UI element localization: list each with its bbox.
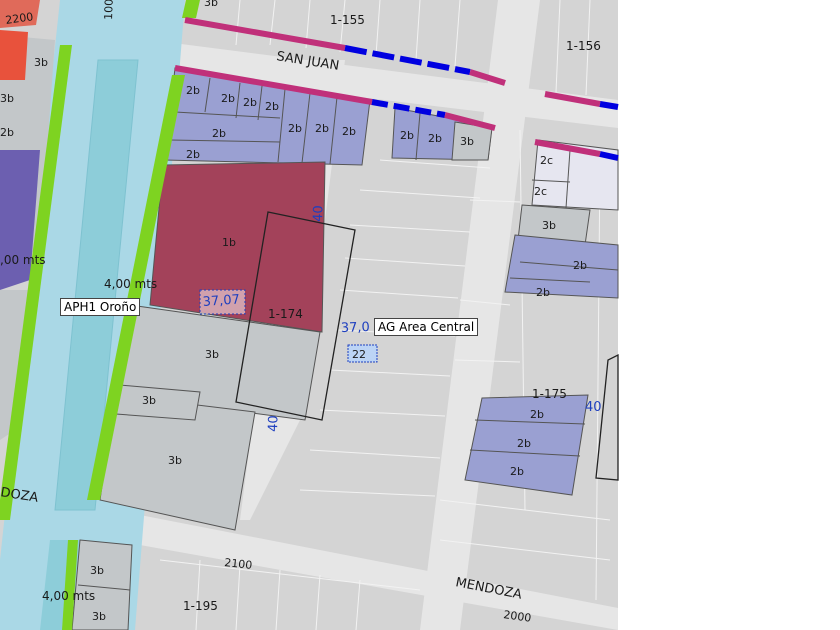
svg-text:3b: 3b xyxy=(34,56,48,69)
svg-text:3b: 3b xyxy=(0,92,14,105)
svg-text:1-175: 1-175 xyxy=(532,387,567,401)
svg-text:2b: 2b xyxy=(517,437,531,450)
svg-text:3b: 3b xyxy=(205,348,219,361)
svg-text:37,0: 37,0 xyxy=(341,320,370,336)
svg-text:37,07: 37,07 xyxy=(202,292,240,310)
svg-text:2b: 2b xyxy=(265,100,279,113)
svg-text:2b: 2b xyxy=(573,259,587,272)
svg-text:3b: 3b xyxy=(90,564,104,577)
svg-text:4,00 mts: 4,00 mts xyxy=(104,277,157,291)
tag-aph1-orono[interactable]: APH1 Oroño xyxy=(60,298,141,316)
svg-text:,00 mts: ,00 mts xyxy=(0,253,46,267)
svg-text:3b: 3b xyxy=(542,219,556,232)
svg-text:3b: 3b xyxy=(460,135,474,148)
svg-text:4,00 mts: 4,00 mts xyxy=(42,589,95,603)
svg-text:40: 40 xyxy=(585,400,602,415)
svg-text:2c: 2c xyxy=(534,185,547,198)
svg-text:2b: 2b xyxy=(186,84,200,97)
svg-text:1-155: 1-155 xyxy=(330,13,365,27)
svg-text:2b: 2b xyxy=(400,129,414,142)
svg-text:2b: 2b xyxy=(221,92,235,105)
svg-text:3b: 3b xyxy=(92,610,106,623)
zone-2b-right xyxy=(504,234,619,299)
svg-text:1b: 1b xyxy=(222,236,236,249)
svg-text:3b: 3b xyxy=(168,454,182,467)
svg-text:2c: 2c xyxy=(540,154,553,167)
svg-text:2b: 2b xyxy=(342,125,356,138)
svg-text:2b: 2b xyxy=(510,465,524,478)
svg-text:40: 40 xyxy=(311,205,327,222)
zone-left-red xyxy=(0,30,28,80)
svg-text:2b: 2b xyxy=(243,96,257,109)
svg-text:2b: 2b xyxy=(536,286,550,299)
svg-text:2b: 2b xyxy=(0,126,14,139)
svg-text:40: 40 xyxy=(266,415,282,432)
blue-line-4 xyxy=(599,151,619,161)
svg-text:1-174: 1-174 xyxy=(268,307,303,321)
svg-text:2b: 2b xyxy=(315,122,329,135)
svg-text:2b: 2b xyxy=(212,127,226,140)
protected-marker-label: 22 xyxy=(352,348,366,361)
svg-text:2b: 2b xyxy=(530,408,544,421)
svg-text:1-156: 1-156 xyxy=(566,39,601,53)
svg-text:1-195: 1-195 xyxy=(183,599,218,613)
svg-text:100: 100 xyxy=(102,0,116,20)
svg-text:2b: 2b xyxy=(186,148,200,161)
tag-area-central[interactable]: AG Area Central xyxy=(374,318,479,336)
svg-text:3b: 3b xyxy=(142,394,156,407)
blue-line-3 xyxy=(599,101,619,110)
svg-text:3b: 3b xyxy=(204,0,218,9)
svg-text:2b: 2b xyxy=(428,132,442,145)
svg-text:2b: 2b xyxy=(288,122,302,135)
